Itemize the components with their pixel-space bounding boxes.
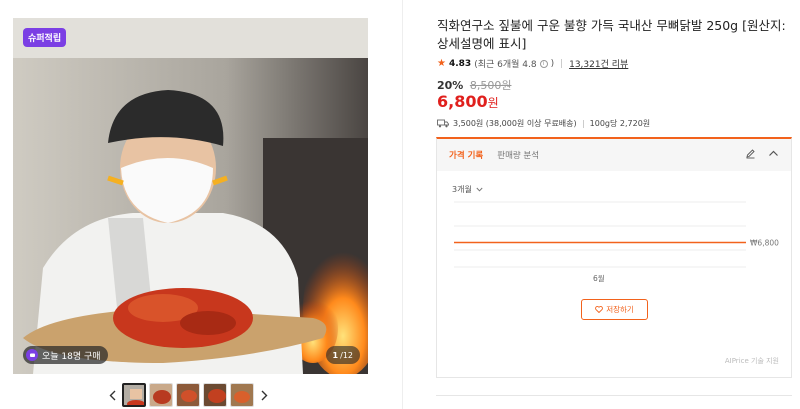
panel-header: 가격 기록 판매량 분석 [437, 139, 791, 171]
separator [561, 59, 563, 68]
star-icon: ★ [437, 58, 446, 69]
recent-rating-close: ) [550, 58, 555, 69]
product-title: 직화연구소 짚불에 구운 불향 가득 국내산 무뼈닭발 250g [원산지: 상… [437, 18, 786, 51]
shipping-fee: 3,500원 (38,000원 이상 무료배송) [453, 119, 577, 128]
shipping-row: 3,500원 (38,000원 이상 무료배송) 100g당 2,720원 [437, 118, 650, 129]
tab-price-history[interactable]: 가격 기록 [449, 149, 483, 161]
sale-price: 6,800원 [437, 92, 499, 111]
heart-icon [595, 306, 604, 313]
price-value-label: ₩6,800 [750, 239, 779, 248]
save-button[interactable]: 저장하기 [581, 299, 648, 320]
image-counter: 1 / 12 [325, 346, 360, 364]
price-chart: ₩6,800 [454, 201, 779, 268]
thumbnail-2[interactable] [149, 383, 173, 407]
recent-buyers-text: 오늘 18명 구매 [42, 351, 101, 362]
period-dropdown[interactable]: 3개월 [452, 184, 483, 195]
info-icon[interactable]: i [539, 59, 548, 68]
rating-row: ★ 4.83 (최근 6개월 4.8 i ) 13,321건 리뷰 [437, 57, 628, 70]
chevron-right-icon [261, 390, 267, 400]
truck-icon [437, 119, 449, 128]
recent-rating: (최근 6개월 4.8 [474, 60, 537, 70]
save-button-label: 저장하기 [606, 305, 634, 314]
thumbnail-strip [105, 383, 271, 407]
powered-by: AIPrice 기술 지원 [724, 357, 779, 365]
section-divider [436, 395, 792, 396]
product-image[interactable]: 슈퍼적립 오늘 18명 구매 1 / 12 [13, 18, 368, 374]
next-image-button[interactable] [257, 383, 271, 407]
image-total: 12 [342, 350, 353, 360]
price-unit: 원 [487, 96, 499, 110]
collapse-chevron-icon[interactable] [768, 148, 779, 159]
thumbnail-5[interactable] [230, 383, 254, 407]
super-reward-badge: 슈퍼적립 [23, 28, 67, 47]
price-history-panel: 가격 기록 판매량 분석 3개월 ₩6,800 6월 저장하기 AIPrice … [436, 137, 792, 378]
column-divider [402, 0, 403, 409]
x-tick-label: 6월 [593, 274, 605, 283]
tab-sales-analysis[interactable]: 판매량 분석 [497, 149, 539, 161]
chevron-left-icon [109, 390, 115, 400]
original-price: 8,500원 [469, 79, 512, 92]
review-count-link[interactable]: 13,321건 리뷰 [569, 57, 628, 70]
chat-icon [26, 349, 38, 361]
discount-row: 20% 8,500원 [437, 77, 511, 93]
panel-actions [745, 148, 779, 159]
sale-price-value: 6,800 [437, 92, 488, 111]
separator [582, 119, 584, 128]
period-value: 3개월 [452, 185, 472, 194]
thumbnail-3[interactable] [176, 383, 200, 407]
thumbnail-1[interactable] [122, 383, 146, 407]
rating-score: 4.83 [448, 58, 472, 69]
chevron-down-icon [476, 187, 483, 192]
product-photo [13, 18, 368, 374]
thumbnail-4[interactable] [203, 383, 227, 407]
recent-buyers-badge: 오늘 18명 구매 [23, 346, 108, 364]
unit-price: 100g당 2,720원 [589, 119, 651, 128]
image-index: 1 [332, 350, 339, 360]
edit-icon[interactable] [745, 148, 756, 159]
prev-image-button[interactable] [105, 383, 119, 407]
discount-rate: 20% [437, 79, 464, 92]
